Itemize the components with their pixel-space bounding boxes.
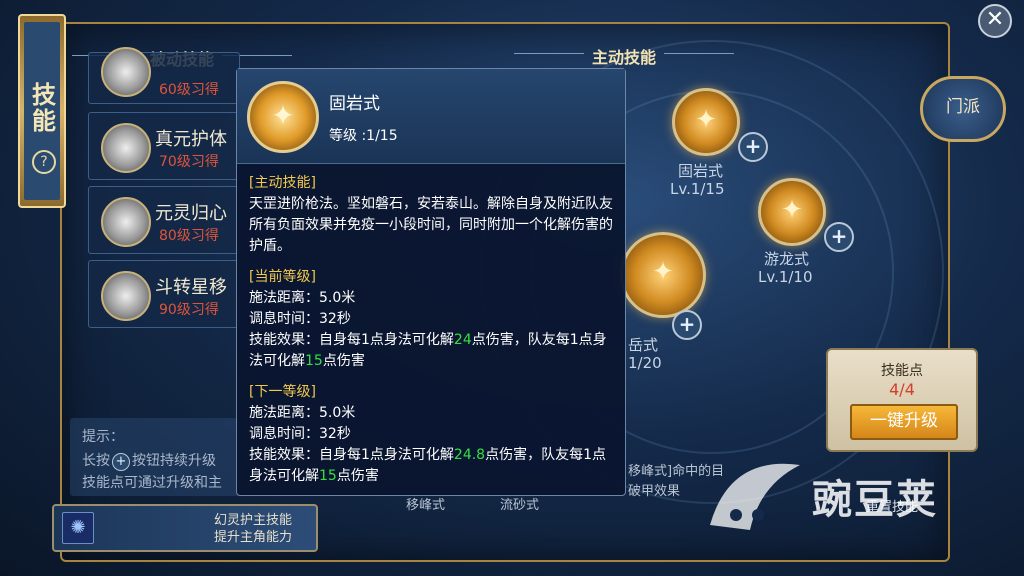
hint-line-1: 长按 + 按钮持续升级 — [82, 450, 216, 471]
tooltip-range: 施法距离：5.0米 — [249, 405, 356, 421]
banner-line: 幻灵护主技能 — [214, 513, 293, 528]
one-click-upgrade-button[interactable]: 一键升级 — [850, 404, 958, 440]
side-tab-title: 技能 — [27, 82, 56, 134]
tooltip-section-head: [当前等级] — [249, 269, 316, 285]
upgrade-plus-button[interactable]: + — [672, 310, 702, 340]
passive-skill-name: 真元护体 — [155, 129, 227, 150]
hint-box: 提示： 长按 + 按钮持续升级 技能点可通过升级和主 — [70, 418, 240, 496]
effect-text: 技能效果：自身每1点身法可化解 — [249, 332, 454, 348]
skill-level-label: Lv.1/15 — [670, 180, 725, 198]
passive-skill-name: 斗转星移 — [155, 277, 227, 298]
passive-skill-item[interactable]: 斗转星移 90级习得 — [88, 260, 240, 328]
passive-skill-icon — [101, 271, 151, 321]
passive-skill-icon — [101, 123, 151, 173]
spirit-icon: ✺ — [62, 512, 94, 544]
partial-description-text: 破甲效果 — [628, 484, 681, 499]
passive-skill-requirement: 90级习得 — [159, 302, 219, 318]
skill-icon: ✦ — [781, 195, 803, 225]
skill-icon: ✦ — [695, 105, 717, 135]
skill-glyph: ✦ — [271, 99, 295, 132]
effect-text: 技能效果：自身每1点身法可化解 — [249, 447, 454, 463]
hint-title: 提示： — [82, 429, 124, 445]
passive-skill-requirement: 80级习得 — [159, 228, 219, 244]
tooltip-skill-level: 等级 :1/15 — [329, 128, 398, 144]
pet-skill-banner[interactable]: ✺ 幻灵护主技能 提升主角能力 — [52, 504, 318, 552]
passive-skill-name: 元灵归心 — [155, 203, 227, 224]
tooltip-effect: 技能效果：自身每1点身法可化解24点伤害，队友每1点身法可化解15点伤害 — [249, 330, 619, 372]
tooltip-body: [主动技能] 天罡进阶枪法。坚如磐石，安若泰山。解除自身及附近队友所有负面效果并… — [249, 173, 619, 487]
tooltip-skill-name: 固岩式 — [329, 94, 380, 114]
banner-line: 提升主角能力 — [214, 530, 293, 545]
effect-value: 15 — [305, 353, 323, 369]
tooltip-section-head: [下一等级] — [249, 384, 316, 400]
banner-text: 幻灵护主技能 提升主角能力 — [214, 512, 292, 546]
side-tab-inner: 技能 ? — [24, 22, 60, 200]
tooltip-section-head: [主动技能] — [249, 175, 316, 191]
skill-node-youlongshi[interactable]: ✦ — [758, 178, 826, 246]
skill-tooltip: ✦ 固岩式 等级 :1/15 [主动技能] 天罡进阶枪法。坚如磐石，安若泰山。解… — [236, 68, 626, 496]
help-icon[interactable]: ? — [32, 150, 56, 174]
close-button[interactable]: ✕ — [978, 4, 1012, 38]
hint-text: 长按 — [82, 453, 110, 469]
skill-icon: ✦ — [247, 81, 319, 153]
skill-icon: ✦ — [652, 257, 674, 287]
active-skills-title: 主动技能 — [513, 44, 735, 68]
passive-skill-item[interactable]: 真元护体 70级习得 — [88, 112, 240, 180]
skill-name-label: 岳式 — [628, 336, 659, 354]
hint-line-2: 技能点可通过升级和主 — [82, 475, 222, 491]
passive-skill-requirement: 70级习得 — [159, 154, 219, 170]
skill-points-title: 技能点 — [881, 363, 923, 379]
sect-button[interactable]: 门派 — [920, 76, 1006, 142]
tooltip-header: ✦ 固岩式 等级 :1/15 — [237, 69, 625, 164]
hint-text: 按钮持续升级 — [132, 453, 216, 469]
skill-level-label: 1/20 — [628, 354, 662, 372]
skill-name-label: 流砂式 — [500, 498, 540, 513]
tooltip-cooldown: 调息时间：32秒 — [249, 311, 351, 327]
skill-node-partial[interactable]: ✦ — [620, 232, 706, 318]
effect-text: 点伤害 — [322, 353, 365, 369]
skill-node-guyanshi[interactable]: ✦ — [672, 88, 740, 156]
passive-skill-icon — [101, 47, 151, 97]
passive-skill-requirement: 60级习得 — [159, 82, 219, 98]
passive-skill-item[interactable]: 60级习得 — [88, 47, 240, 104]
passive-skill-item[interactable]: 元灵归心 80级习得 — [88, 186, 240, 254]
effect-value: 15 — [319, 468, 337, 484]
effect-value: 24.8 — [453, 447, 486, 463]
tooltip-cooldown: 调息时间：32秒 — [249, 426, 351, 442]
skill-points-panel: 技能点 4/4 一键升级 — [826, 348, 978, 452]
skills-side-tab[interactable]: 技能 ? — [18, 14, 66, 208]
effect-value: 24 — [453, 332, 472, 348]
skill-points-value: 4/4 — [889, 380, 915, 399]
tooltip-effect: 技能效果：自身每1点身法可化解24.8点伤害，队友每1点身法可化解15点伤害 — [249, 445, 619, 487]
skill-level-label: Lv.1/10 — [758, 268, 813, 286]
watermark: 豌豆荚 — [700, 445, 1000, 535]
tooltip-description: 天罡进阶枪法。坚如磐石，安若泰山。解除自身及附近队友所有负面效果并免疫一小段时间… — [249, 196, 613, 254]
effect-text: 点伤害 — [336, 468, 379, 484]
skill-name-label: 固岩式 — [678, 162, 724, 180]
upgrade-plus-button[interactable]: + — [738, 132, 768, 162]
upgrade-plus-button[interactable]: + — [824, 222, 854, 252]
skill-name-label: 移峰式 — [406, 498, 446, 513]
plus-icon: + — [112, 453, 130, 471]
tooltip-range: 施法距离：5.0米 — [249, 290, 356, 306]
skill-name-label: 游龙式 — [764, 250, 810, 268]
watermark-logo-icon — [710, 463, 800, 530]
passive-skill-icon — [101, 197, 151, 247]
watermark-text: 豌豆荚 — [812, 477, 938, 523]
